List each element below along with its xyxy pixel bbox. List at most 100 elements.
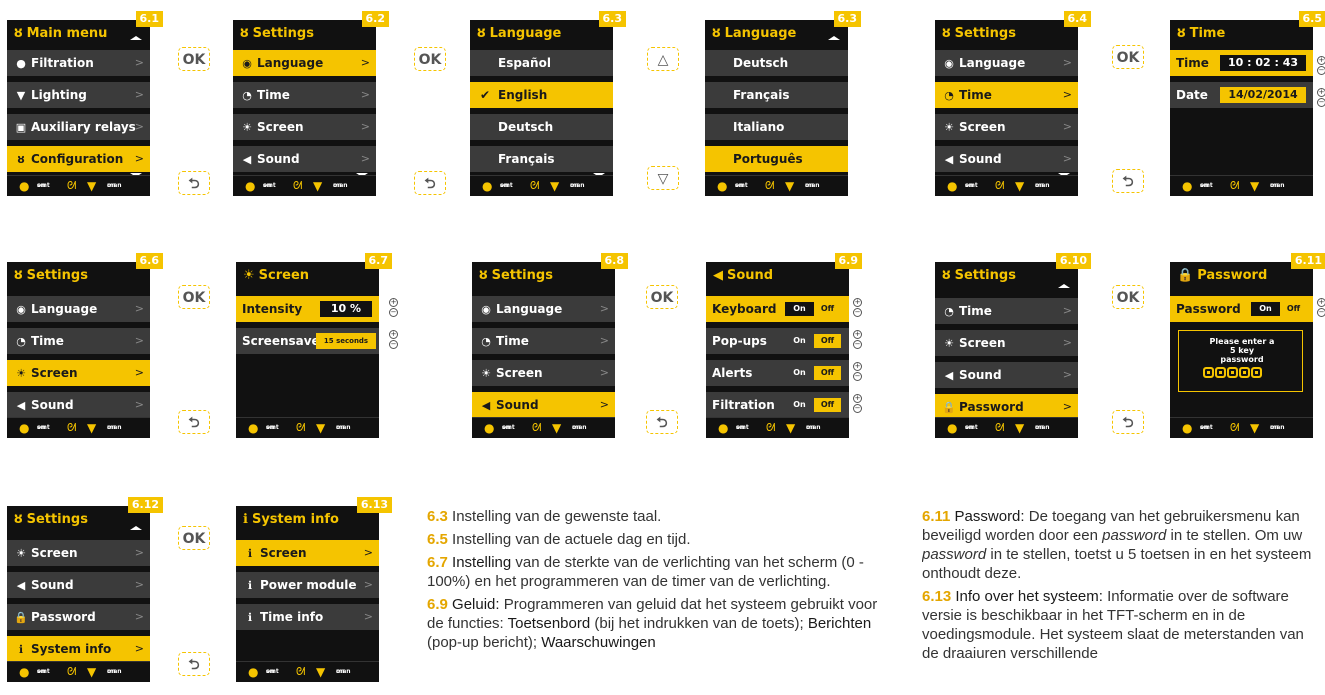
ok-button[interactable]: OK — [1112, 45, 1144, 69]
password-digits[interactable] — [1203, 363, 1281, 378]
language-option-selected[interactable]: Português — [705, 146, 848, 172]
menu-item-screen[interactable]: ☀ Screen > — [7, 360, 150, 386]
stepper-filtration[interactable]: + − — [853, 394, 862, 414]
language-option[interactable]: Español — [470, 50, 613, 76]
sound-keyboard-row[interactable]: Keyboard On Off — [706, 296, 849, 322]
menu-item-sound[interactable]: ◀ Sound > — [7, 392, 150, 418]
bulb-icon: ▼ — [552, 421, 562, 435]
clock-icon: ◔ — [16, 335, 26, 348]
scroll-up-icon[interactable] — [1058, 284, 1070, 288]
menu-item-time[interactable]: ◔ Time > — [935, 82, 1078, 108]
back-button[interactable]: ⮌ — [1112, 169, 1144, 193]
scroll-up-icon[interactable] — [130, 526, 142, 530]
stepper-date[interactable]: + − — [1317, 88, 1325, 108]
sun-icon: ☀ — [481, 367, 491, 380]
stepper-alerts[interactable]: + − — [853, 362, 862, 382]
sound-alerts-row[interactable]: Alerts On Off — [706, 360, 849, 386]
back-button[interactable]: ⮌ — [178, 171, 210, 195]
menu-item-lighting[interactable]: ▼ Lighting > — [7, 82, 150, 108]
sound-filtration-row[interactable]: Filtration On Off — [706, 392, 849, 418]
menu-item-time[interactable]: ◔ Time > — [7, 328, 150, 354]
menu-item-screen-info[interactable]: ℹ Screen > — [236, 540, 379, 566]
menu-item-system-info[interactable]: ℹ System info > — [7, 636, 150, 662]
clock-icon: ◔ — [944, 89, 954, 102]
date-value[interactable]: 14/02/2014 — [1220, 87, 1306, 103]
language-option[interactable]: Français — [470, 146, 613, 172]
stepper-password[interactable]: + − — [1317, 298, 1325, 318]
screensaver-value[interactable]: 15 seconds — [316, 333, 376, 349]
menu-item-auxiliary-relays[interactable]: ▣ Auxiliary relays > — [7, 114, 150, 140]
menu-item-power-module[interactable]: ℹ Power module > — [236, 572, 379, 598]
intensity-value[interactable]: 10 % — [320, 301, 372, 317]
time-value[interactable]: 10 : 02 : 43 — [1220, 55, 1306, 71]
menu-item-filtration[interactable]: ● Filtration > — [7, 50, 150, 76]
up-button[interactable]: △ — [647, 47, 679, 71]
pump-icon: ● — [482, 179, 493, 193]
pump-icon: ● — [1182, 179, 1193, 193]
menu-item-password[interactable]: 🔒 Password > — [7, 604, 150, 630]
menu-item-sound[interactable]: ◀ Sound > — [935, 362, 1078, 388]
password-toggle[interactable]: On Off — [1251, 302, 1309, 316]
status-footer: ● smt on ᘛ ▼ man on — [7, 661, 150, 682]
pump-icon: ● — [947, 421, 958, 435]
menu-item-language[interactable]: ◉ Language > — [472, 296, 615, 322]
menu-item-sound[interactable]: ◀ Sound > — [472, 392, 615, 418]
menu-item-screen[interactable]: ☀ Screen > — [935, 114, 1078, 140]
menu-item-screen[interactable]: ☀ Screen > — [472, 360, 615, 386]
language-option-selected[interactable]: ✔ English — [470, 82, 613, 108]
ok-button[interactable]: OK — [178, 285, 210, 309]
language-option[interactable]: Français — [705, 82, 848, 108]
ok-button[interactable]: OK — [178, 47, 210, 71]
menu-item-language[interactable]: ◉ Language > — [935, 50, 1078, 76]
screen-main-menu: 6.1 ȣ Main menu ● Filtration > ▼ Lighting > ▣… — [7, 11, 163, 196]
language-option[interactable]: Deutsch — [470, 114, 613, 140]
menu-item-screen[interactable]: ☀ Screen > — [233, 114, 376, 140]
language-option[interactable]: Italiano — [705, 114, 848, 140]
stepper-screensaver[interactable]: + − — [389, 330, 398, 350]
date-row[interactable]: Date 14/02/2014 — [1170, 82, 1313, 108]
popups-toggle[interactable]: On Off — [785, 334, 843, 348]
menu-item-screen[interactable]: ☀ Screen > — [935, 330, 1078, 356]
menu-item-sound[interactable]: ◀ Sound > — [233, 146, 376, 172]
ok-button[interactable]: OK — [1112, 285, 1144, 309]
pump-icon: ● — [16, 57, 26, 70]
language-option[interactable]: Deutsch — [705, 50, 848, 76]
menu-item-sound[interactable]: ◀ Sound > — [935, 146, 1078, 172]
ok-button[interactable]: OK — [178, 526, 210, 550]
speaker-icon: ◀ — [16, 579, 26, 592]
stepper-keyboard[interactable]: + − — [853, 298, 862, 318]
scroll-up-icon[interactable] — [828, 36, 840, 40]
screensaver-row[interactable]: Screensaver 15 seconds — [236, 328, 379, 354]
menu-item-time[interactable]: ◔ Time > — [472, 328, 615, 354]
menu-item-sound[interactable]: ◀ Sound > — [7, 572, 150, 598]
menu-item-time-info[interactable]: ℹ Time info > — [236, 604, 379, 630]
alerts-toggle[interactable]: On Off — [785, 366, 843, 380]
stepper-time[interactable]: + − — [1317, 56, 1325, 76]
back-button[interactable]: ⮌ — [646, 410, 678, 434]
stepper-intensity[interactable]: + − — [389, 298, 398, 318]
time-row[interactable]: Time 10 : 02 : 43 — [1170, 50, 1313, 76]
menu-item-time[interactable]: ◔ Time > — [233, 82, 376, 108]
back-button[interactable]: ⮌ — [1112, 410, 1144, 434]
filtration-toggle[interactable]: On Off — [785, 398, 843, 412]
stepper-popups[interactable]: + − — [853, 330, 862, 350]
ok-button[interactable]: OK — [414, 47, 446, 71]
menu-item-language[interactable]: ◉ Language > — [7, 296, 150, 322]
screen-title: 🔒 Password — [1177, 268, 1268, 283]
menu-item-screen[interactable]: ☀ Screen > — [7, 540, 150, 566]
menu-item-configuration[interactable]: ȣ Configuration > — [7, 146, 150, 172]
back-button[interactable]: ⮌ — [178, 410, 210, 434]
keyboard-toggle[interactable]: On Off — [785, 302, 843, 316]
intensity-row[interactable]: Intensity 10 % — [236, 296, 379, 322]
down-button[interactable]: ▽ — [647, 166, 679, 190]
screen-settings-screen: 6.6 ȣ Settings ◉ Language > ◔ Time > ☀ Screen >… — [7, 253, 163, 438]
scroll-up-icon[interactable] — [130, 36, 142, 40]
password-row[interactable]: Password On Off — [1170, 296, 1313, 322]
ok-button[interactable]: OK — [646, 285, 678, 309]
menu-item-time[interactable]: ◔ Time > — [935, 298, 1078, 324]
menu-item-language[interactable]: ◉ Language > — [233, 50, 376, 76]
back-button[interactable]: ⮌ — [414, 171, 446, 195]
sound-popups-row[interactable]: Pop-ups On Off — [706, 328, 849, 354]
speaker-icon: ◀ — [242, 153, 252, 166]
back-button[interactable]: ⮌ — [178, 652, 210, 676]
